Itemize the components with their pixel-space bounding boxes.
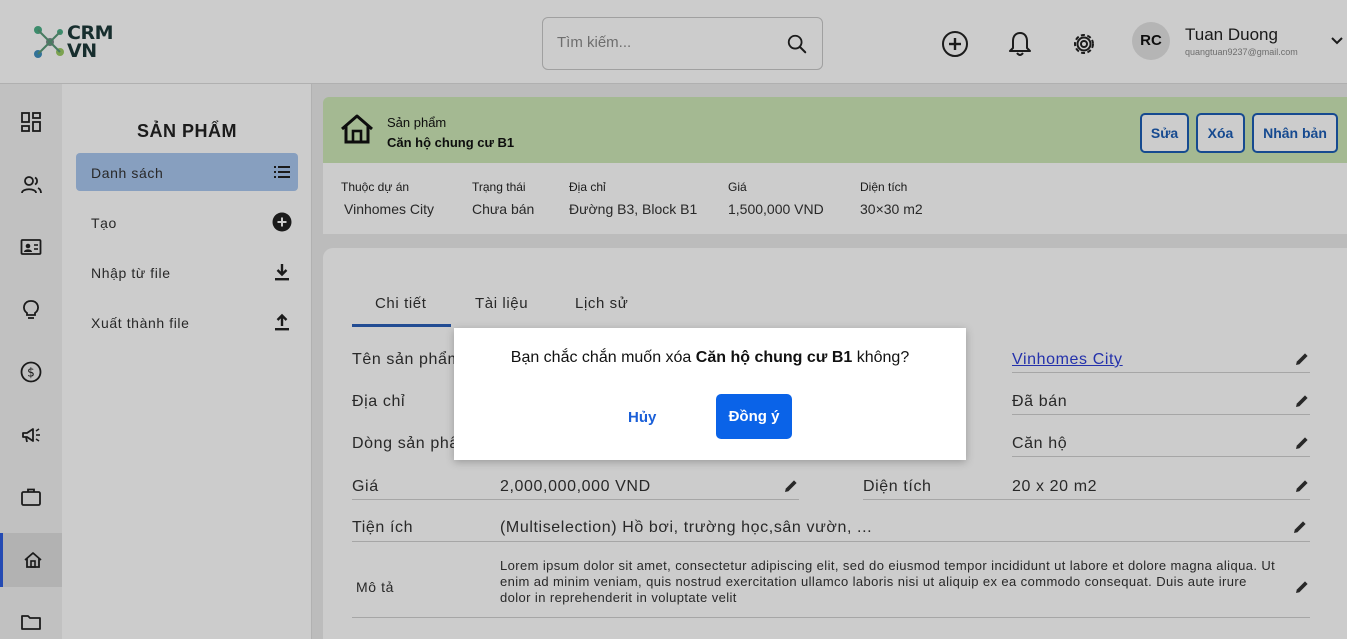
dialog-message-prefix: Bạn chắc chắn muốn xóa <box>510 349 692 366</box>
delete-confirm-dialog: Bạn chắc chắn muốn xóa Căn hộ chung cư B… <box>454 328 966 460</box>
modal-backdrop[interactable] <box>0 0 1347 639</box>
confirm-button[interactable]: Đồng ý <box>716 394 792 439</box>
cancel-button[interactable]: Hủy <box>628 409 656 426</box>
dialog-message-suffix: không? <box>856 349 910 366</box>
dialog-message-item: Căn hộ chung cư B1 <box>695 349 853 366</box>
dialog-message: Bạn chắc chắn muốn xóa Căn hộ chung cư B… <box>454 349 966 367</box>
